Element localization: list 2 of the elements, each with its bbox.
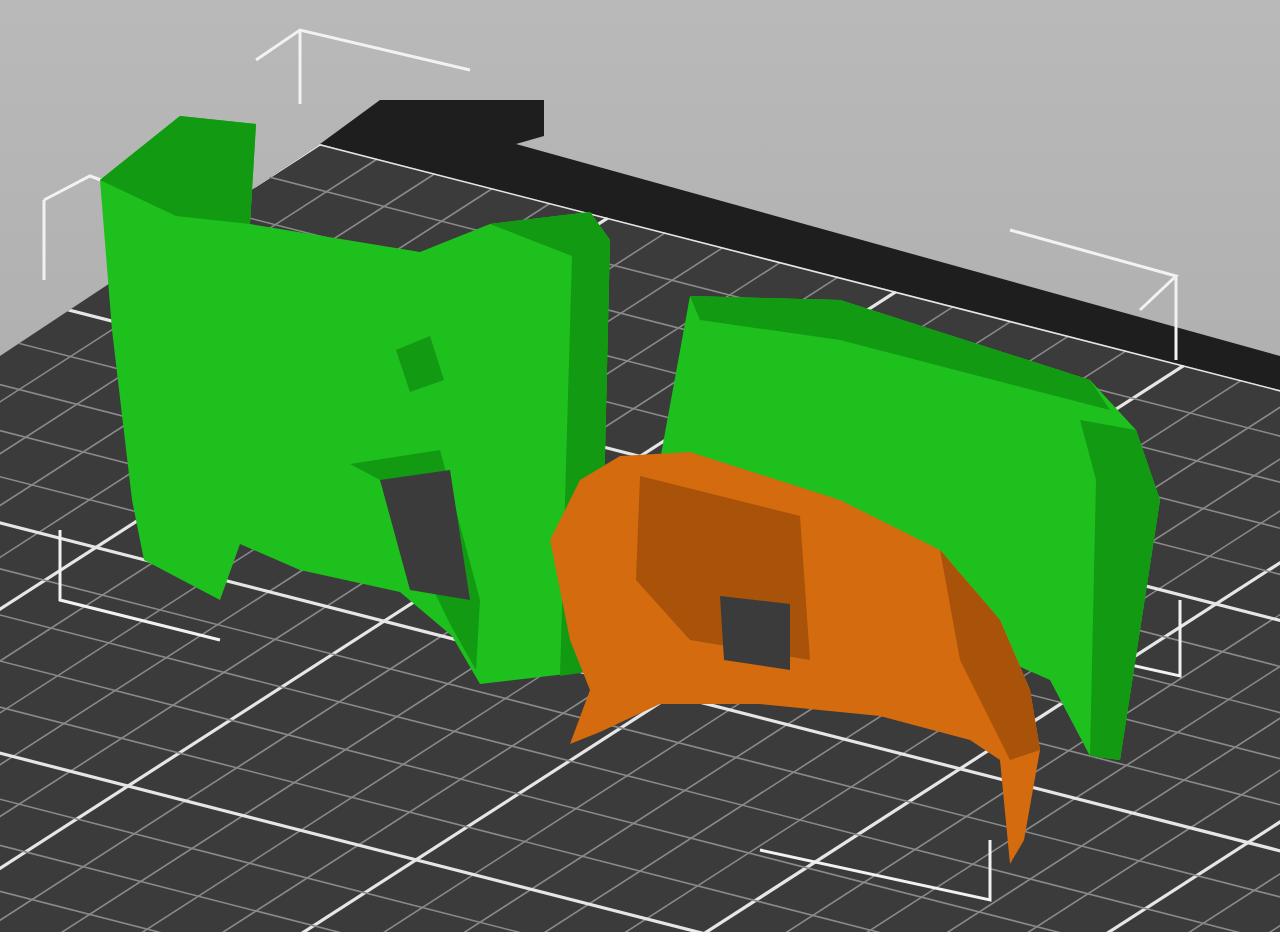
printed-part-drawing[interactable] — [550, 452, 1040, 864]
printed-part-drawing[interactable] — [100, 116, 610, 684]
